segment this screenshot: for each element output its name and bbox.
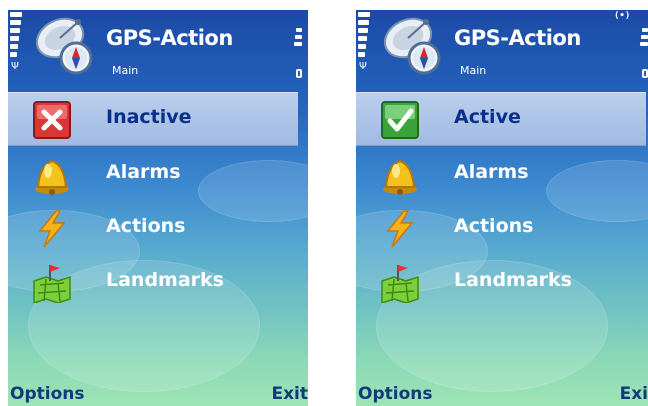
menu-label: Actions: [454, 215, 534, 237]
menu-item-status-inactive[interactable]: Inactive: [8, 92, 298, 146]
view-subtitle: Main: [460, 64, 487, 77]
menu-item-status-active[interactable]: Active: [356, 92, 646, 146]
battery-icon: [642, 69, 648, 78]
phone-screen-inactive: Ψ GPS-Action Main Inactive Alarms Action…: [8, 10, 308, 406]
lightning-icon: [386, 210, 414, 248]
exit-softkey[interactable]: Exit: [271, 384, 308, 404]
app-title: GPS-Action: [454, 26, 581, 50]
lightning-icon: [38, 210, 66, 248]
battery-level-icon: [292, 28, 302, 78]
battery-level-icon: [638, 28, 648, 78]
gps-activity-indicator: (•): [614, 11, 631, 21]
menu-item-alarms[interactable]: Alarms: [356, 148, 646, 202]
menu-label: Landmarks: [106, 269, 224, 291]
menu-label: Actions: [106, 215, 186, 237]
view-subtitle: Main: [112, 64, 139, 77]
menu-item-landmarks[interactable]: Landmarks: [356, 256, 646, 310]
bell-icon: [383, 159, 417, 195]
menu-label: Alarms: [106, 161, 181, 183]
menu-label: Inactive: [106, 106, 192, 128]
options-softkey[interactable]: Options: [358, 384, 432, 404]
phone-screen-active: Ψ (•) GPS-Action Main Active Alarms Acti…: [356, 10, 648, 406]
menu-label: Active: [454, 106, 521, 128]
menu-item-alarms[interactable]: Alarms: [8, 148, 298, 202]
options-softkey[interactable]: Options: [10, 384, 84, 404]
exit-softkey[interactable]: Exi: [620, 384, 648, 404]
satellite-dish-compass-icon: [35, 17, 93, 75]
menu-label: Landmarks: [454, 269, 572, 291]
menu-item-actions[interactable]: Actions: [356, 202, 646, 256]
menu-item-actions[interactable]: Actions: [8, 202, 298, 256]
bell-icon: [35, 159, 69, 195]
green-check-icon: [381, 101, 419, 139]
app-title: GPS-Action: [106, 26, 233, 50]
satellite-dish-compass-icon: [383, 17, 441, 75]
landmark-map-icon: [33, 265, 71, 303]
red-x-icon: [33, 101, 71, 139]
menu-label: Alarms: [454, 161, 529, 183]
menu-item-landmarks[interactable]: Landmarks: [8, 256, 298, 310]
landmark-map-icon: [381, 265, 419, 303]
antenna-icon: Ψ: [11, 61, 19, 72]
battery-icon: [296, 69, 302, 78]
antenna-icon: Ψ: [359, 61, 367, 72]
